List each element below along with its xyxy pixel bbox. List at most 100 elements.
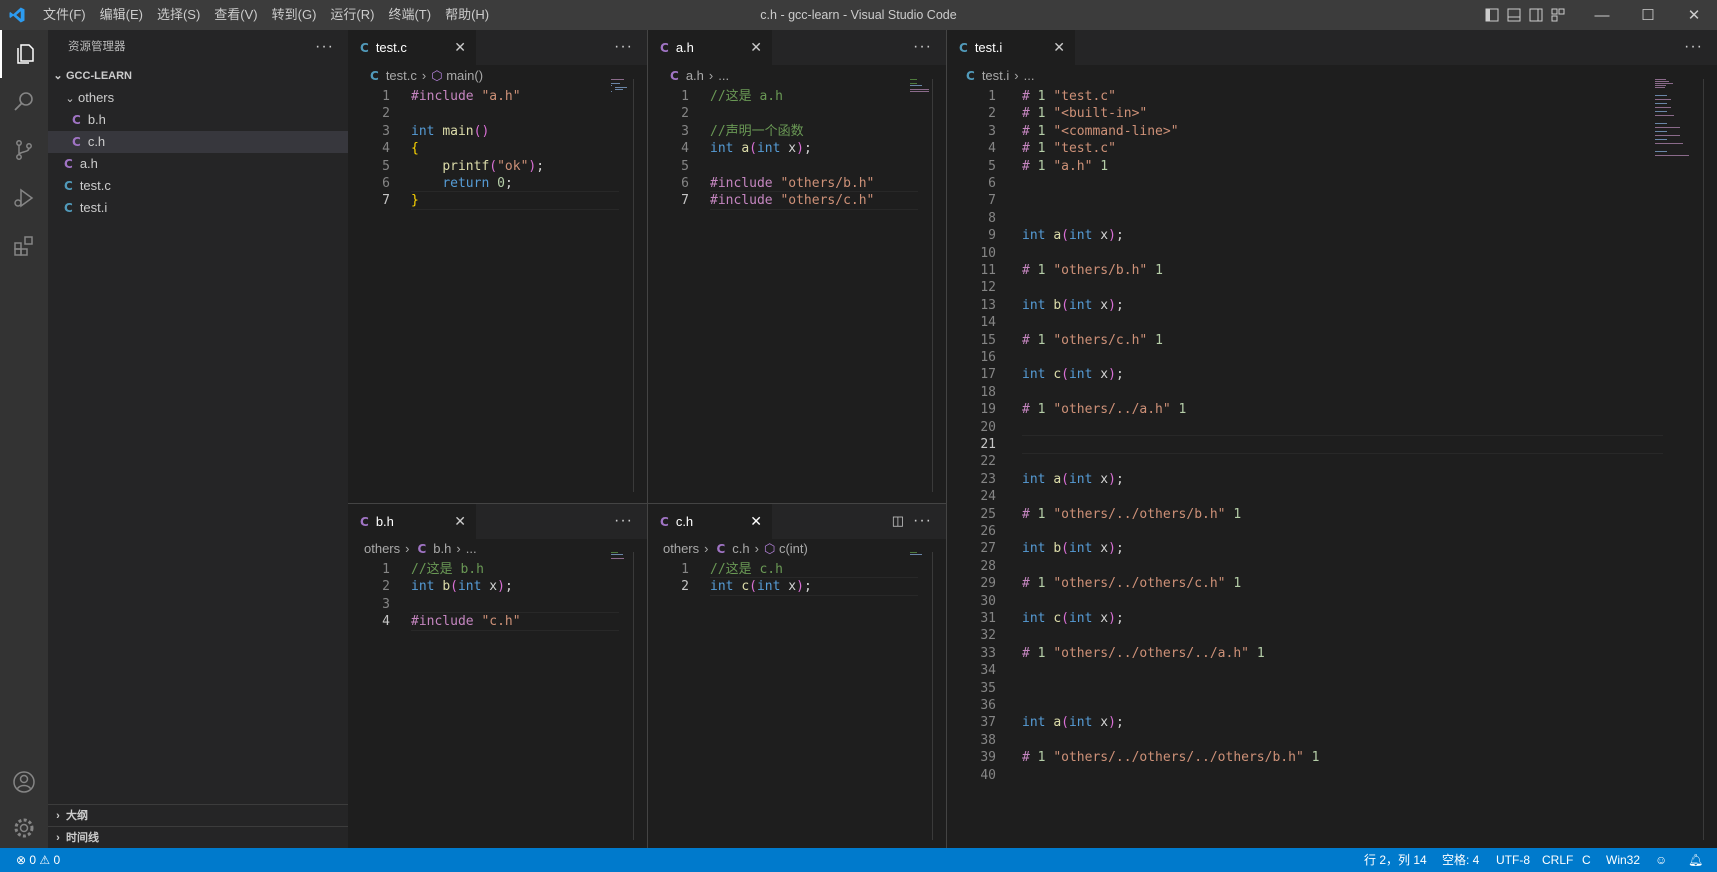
tree-item-label: b.h: [87, 112, 106, 127]
close-tab-icon[interactable]: ✕: [454, 504, 466, 539]
c-file-icon: C: [64, 201, 73, 215]
encoding[interactable]: UTF-8: [1496, 848, 1530, 872]
line-ending[interactable]: CRLF: [1542, 848, 1573, 872]
vertical-scrollbar[interactable]: [932, 79, 933, 492]
explorer-icon[interactable]: [0, 30, 50, 78]
breadcrumb-folder[interactable]: others: [364, 541, 400, 556]
workspace-root-label: GCC-LEARN: [66, 70, 132, 82]
menu-run[interactable]: 运行(R): [323, 0, 381, 30]
vertical-scrollbar[interactable]: [633, 79, 634, 492]
close-tab-icon[interactable]: ✕: [750, 504, 762, 539]
tree-folder-others[interactable]: ⌄ others: [48, 87, 348, 109]
breadcrumb-file[interactable]: a.h: [686, 68, 704, 83]
activity-bar: [0, 30, 48, 848]
code-editor-test-c[interactable]: 1 #include "a.h" 2 3 int main() 4 {5 printf("o…: [348, 79, 647, 500]
tab-label: test.i: [974, 40, 1003, 55]
breadcrumb-symbol[interactable]: ...: [466, 541, 477, 556]
line-number: 25: [980, 506, 996, 522]
language-mode[interactable]: C: [1582, 848, 1591, 872]
breadcrumb-folder[interactable]: others: [663, 541, 699, 556]
toggle-panel-icon[interactable]: [1503, 0, 1525, 30]
vertical-scrollbar[interactable]: [1703, 79, 1704, 840]
settings-gear-icon[interactable]: [0, 804, 48, 852]
c-file-icon: C: [660, 41, 669, 55]
close-window-button[interactable]: ✕: [1671, 0, 1717, 30]
sidebar-more-button[interactable]: ···: [315, 30, 334, 63]
close-tab-icon[interactable]: ✕: [1053, 30, 1065, 65]
feedback-icon[interactable]: ☺: [1655, 848, 1667, 872]
menu-edit[interactable]: 编辑(E): [93, 0, 150, 30]
breadcrumb-file[interactable]: test.c: [386, 68, 417, 83]
line-number: 1: [382, 89, 390, 104]
run-debug-icon[interactable]: [0, 174, 48, 222]
code-editor-c-h[interactable]: 1 //这是 c.h 2 int c(int x);: [648, 552, 946, 848]
line-number: 22: [980, 454, 996, 470]
menu-help[interactable]: 帮助(H): [438, 0, 496, 30]
split-editor-icon[interactable]: ◫: [892, 504, 904, 537]
editor-more-actions[interactable]: ···: [614, 504, 633, 537]
notifications-bell-icon[interactable]: 🔔︎: [1688, 848, 1703, 872]
workspace-root[interactable]: ⌄ GCC-LEARN: [48, 65, 348, 87]
tree-file-b-h[interactable]: Cb.h: [48, 109, 348, 131]
breadcrumb-symbol[interactable]: c(int): [779, 541, 808, 556]
line-number: 4: [681, 141, 689, 157]
breadcrumb-symbol[interactable]: main(): [446, 68, 483, 83]
cursor-position[interactable]: 行 2，列 14: [1364, 848, 1427, 872]
menu-terminal[interactable]: 终端(T): [381, 0, 438, 30]
toggle-secondary-sidebar-icon[interactable]: [1525, 0, 1547, 30]
editor-more-actions[interactable]: ···: [913, 30, 932, 63]
problems-indicator[interactable]: ⊗ 0 ⚠ 0: [16, 848, 60, 872]
tree-item-label: c.h: [87, 134, 106, 149]
menu-go[interactable]: 转到(G): [265, 0, 324, 30]
timeline-section[interactable]: › 时间线: [48, 826, 348, 849]
vertical-scrollbar[interactable]: [633, 552, 634, 840]
tree-file-c-h[interactable]: Cc.h: [48, 131, 348, 153]
extensions-icon[interactable]: [0, 222, 48, 270]
maximize-button[interactable]: ☐: [1625, 0, 1671, 30]
chevron-right-icon: ›: [56, 810, 60, 822]
tree-file-test-i[interactable]: Ctest.i: [48, 197, 348, 219]
editor-more-actions[interactable]: ···: [614, 30, 633, 63]
close-tab-icon[interactable]: ✕: [454, 30, 466, 65]
tree-file-a-h[interactable]: Ca.h: [48, 153, 348, 175]
vertical-scrollbar[interactable]: [932, 552, 933, 840]
tab-a-h[interactable]: Ca.h ✕: [648, 30, 772, 65]
breadcrumb-file[interactable]: c.h: [732, 541, 749, 556]
indentation[interactable]: 空格: 4: [1442, 848, 1479, 872]
code-editor-a-h[interactable]: 1 //这是 a.h 2 3 //声明一个函数 4 int a(int x); 5 6 #incl…: [648, 79, 946, 500]
editor-more-actions[interactable]: ···: [913, 504, 932, 537]
code-editor-test-i[interactable]: 1 # 1 "test.c" 2 # 1 "<built-in>" 3 # 1 "<com…: [947, 79, 1717, 848]
minimap-line: [611, 79, 624, 80]
tab-test-i[interactable]: Ctest.i ✕: [947, 30, 1075, 65]
minimap-line: [1655, 115, 1674, 116]
tab-c-h[interactable]: Cc.h ✕: [648, 504, 772, 539]
minimize-button[interactable]: —: [1579, 0, 1625, 30]
toggle-sidebar-icon[interactable]: [1481, 0, 1503, 30]
c-configuration[interactable]: Win32: [1606, 848, 1640, 872]
vscode-logo-icon: [9, 7, 25, 23]
current-line-highlight: [1022, 435, 1663, 454]
breadcrumb-file[interactable]: b.h: [433, 541, 451, 556]
minimap-line: [1655, 85, 1666, 86]
account-icon[interactable]: [0, 758, 48, 806]
editor-more-actions[interactable]: ···: [1684, 30, 1703, 63]
menu-file[interactable]: 文件(F): [36, 0, 93, 30]
breadcrumb-symbol[interactable]: ...: [718, 68, 729, 83]
tab-test-c[interactable]: Ctest.c ✕: [348, 30, 476, 65]
breadcrumb-file[interactable]: test.i: [982, 68, 1009, 83]
source-control-icon[interactable]: [0, 126, 48, 174]
tab-b-h[interactable]: Cb.h ✕: [348, 504, 476, 539]
menu-selection[interactable]: 选择(S): [150, 0, 207, 30]
search-icon[interactable]: [0, 78, 48, 126]
breadcrumb-symbol[interactable]: ...: [1024, 68, 1035, 83]
close-tab-icon[interactable]: ✕: [750, 30, 762, 65]
tree-file-test-c[interactable]: Ctest.c: [48, 175, 348, 197]
code-editor-b-h[interactable]: 1 //这是 b.h 2 int b(int x); 3 4 #include "c.h": [348, 552, 647, 848]
menu-view[interactable]: 查看(V): [207, 0, 264, 30]
line-number: 9: [988, 228, 996, 244]
minimap-line: [910, 85, 922, 86]
outline-section[interactable]: › 大纲: [48, 804, 348, 827]
tab-label: a.h: [675, 40, 694, 55]
line-number: 5: [988, 158, 996, 174]
customize-layout-icon[interactable]: [1547, 0, 1569, 30]
